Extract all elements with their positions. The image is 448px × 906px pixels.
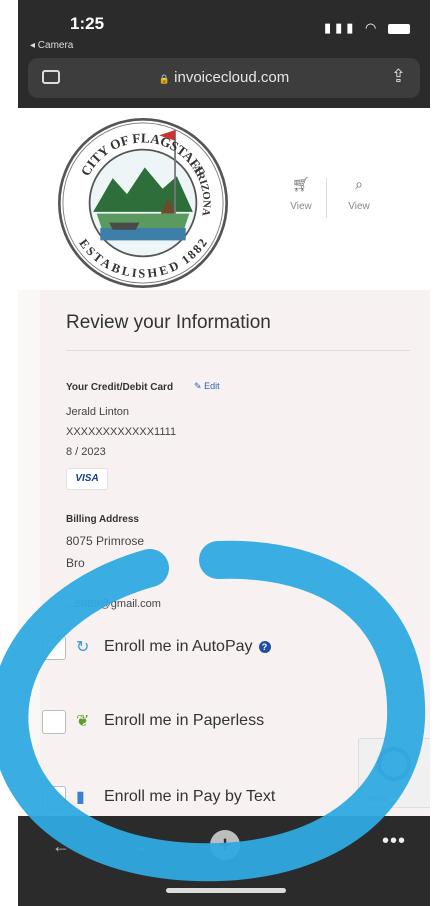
billing-address-label: Billing Address bbox=[66, 514, 139, 525]
card-section-label: Your Credit/Debit Card bbox=[66, 382, 174, 393]
visa-logo: VISA bbox=[66, 468, 108, 490]
recaptcha-icon bbox=[377, 747, 411, 781]
title-divider bbox=[66, 350, 410, 351]
edit-card-link[interactable]: ✎ Edit bbox=[194, 381, 220, 392]
pay-by-text-checkbox[interactable] bbox=[42, 786, 66, 810]
paperless-checkbox[interactable] bbox=[42, 710, 66, 734]
edit-label: Edit bbox=[204, 381, 220, 391]
back-to-app-link[interactable]: ◂ Camera bbox=[30, 40, 73, 51]
view-cart-label: View bbox=[290, 201, 312, 212]
status-icons: ▮▮▮ ◠ bbox=[324, 20, 410, 36]
phone-screen: 1:25 ◂ Camera ▮▮▮ ◠ 🔒 invoicecloud.com ⇪ bbox=[18, 0, 430, 906]
back-arrow-icon[interactable]: ← bbox=[52, 836, 70, 857]
city-seal-logo[interactable]: CITY OF FLAGSTAFF ARIZONA ESTABLISHED 18… bbox=[54, 114, 232, 292]
url-domain: invoicecloud.com bbox=[174, 69, 290, 86]
paperless-label: Enroll me in Paperless bbox=[104, 712, 265, 729]
address-bar[interactable]: 🔒 invoicecloud.com ⇪ bbox=[28, 58, 420, 98]
cart-icon: 🛒︎ bbox=[292, 176, 310, 192]
leaf-icon: ❦ bbox=[76, 713, 90, 730]
billing-address-line2: Bro bbox=[66, 556, 85, 570]
lock-icon: 🔒 bbox=[158, 74, 170, 84]
status-time: 1:25 bbox=[70, 14, 105, 33]
share-icon[interactable]: ⇪ bbox=[391, 66, 406, 87]
recaptcha-terms[interactable]: - Terms bbox=[363, 796, 386, 803]
url-text[interactable]: 🔒 invoicecloud.com bbox=[28, 69, 420, 86]
card-number: XXXXXXXXXXXX1111 bbox=[66, 426, 177, 438]
view-search-label: View bbox=[348, 201, 370, 212]
billing-address-line1: 8075 Primrose bbox=[66, 534, 145, 548]
more-options-icon[interactable]: ••• bbox=[382, 830, 406, 853]
pay-by-text-label: Enroll me in Pay by Text bbox=[104, 788, 276, 805]
recaptcha-badge[interactable]: - Terms bbox=[358, 738, 430, 808]
info-icon[interactable]: ? bbox=[258, 640, 271, 653]
battery-icon bbox=[388, 23, 410, 34]
signal-icon: ▮▮▮ bbox=[323, 20, 358, 35]
card-holder-name: Jerald Linton bbox=[66, 406, 129, 418]
card-expiry: 8 / 2023 bbox=[66, 446, 106, 458]
site-header: CITY OF FLAGSTAFF ARIZONA ESTABLISHED 18… bbox=[18, 108, 430, 288]
search-icon: ⌕ bbox=[355, 176, 363, 192]
browser-bottom-toolbar: ← → + ••• bbox=[18, 816, 430, 906]
phone-icon: ▮ bbox=[76, 789, 85, 806]
page-title: Review your Information bbox=[66, 312, 271, 333]
wifi-icon: ◠ bbox=[365, 20, 381, 35]
view-cart-button[interactable]: 🛒︎ View bbox=[276, 176, 326, 212]
autopay-checkbox[interactable] bbox=[42, 636, 66, 660]
view-search-button[interactable]: ⌕ View bbox=[334, 176, 384, 212]
home-indicator bbox=[166, 888, 286, 893]
pencil-icon: ✎ bbox=[194, 381, 202, 391]
email-address: ...8889@gmail.com bbox=[66, 598, 161, 610]
autopay-label: Enroll me in AutoPay? bbox=[104, 638, 271, 656]
browser-top-bar: 1:25 ◂ Camera ▮▮▮ ◠ 🔒 invoicecloud.com ⇪ bbox=[18, 0, 430, 108]
autopay-icon: ↻ bbox=[76, 639, 90, 656]
header-divider bbox=[326, 178, 327, 218]
new-tab-plus-icon[interactable]: + bbox=[210, 830, 240, 860]
forward-arrow-icon[interactable]: → bbox=[130, 836, 148, 857]
